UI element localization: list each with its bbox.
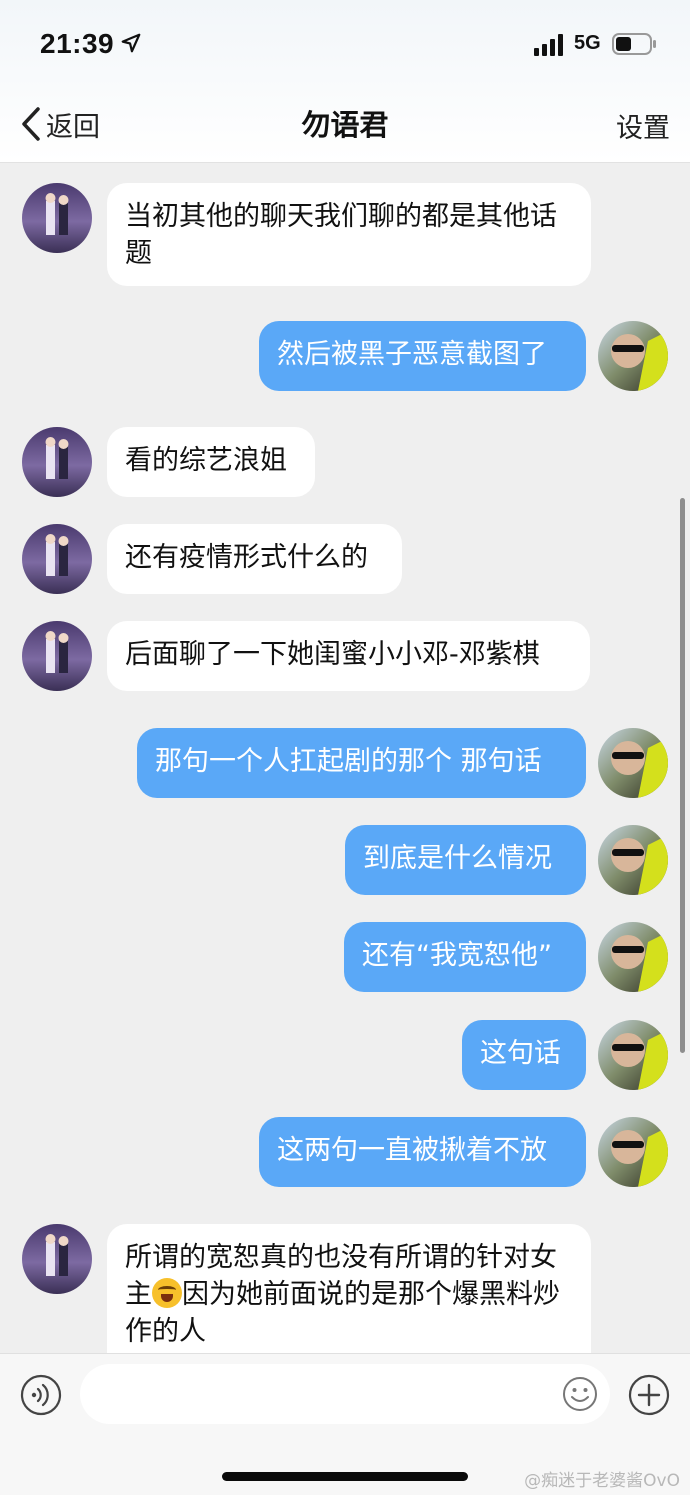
message-bubble-incoming[interactable]: 看的综艺浪姐: [107, 427, 315, 497]
my-avatar[interactable]: [598, 825, 668, 895]
contact-avatar[interactable]: [22, 524, 92, 594]
message-text: 因为她前面说的是那个爆黑料炒作的人: [125, 1279, 560, 1347]
message-bubble-incoming[interactable]: 当初其他的聊天我们聊的都是其他话题: [107, 183, 591, 286]
cellular-signal-icon: [534, 34, 563, 56]
chat-title: 勿语君: [301, 108, 389, 142]
voice-input-icon[interactable]: [20, 1374, 62, 1416]
top-bar: 21:39 5G 返回 勿语君 设置: [0, 0, 690, 163]
message-bubble-outgoing[interactable]: 然后被黑子恶意截图了: [259, 321, 586, 391]
message-bubble-outgoing[interactable]: 这两句一直被揪着不放: [259, 1117, 586, 1187]
contact-avatar[interactable]: [22, 1224, 92, 1294]
message-bubble-outgoing[interactable]: 到底是什么情况: [345, 825, 586, 895]
message-bubble-incoming[interactable]: 还有疫情形式什么的: [107, 524, 402, 594]
emoji-picker-icon[interactable]: [562, 1376, 598, 1412]
my-avatar[interactable]: [598, 321, 668, 391]
settings-button[interactable]: 设置: [616, 106, 670, 145]
battery-icon: [612, 33, 656, 55]
my-avatar[interactable]: [598, 922, 668, 992]
my-avatar[interactable]: [598, 728, 668, 798]
chat-message-list[interactable]: 当初其他的聊天我们聊的都是其他话题 然后被黑子恶意截图了 看的综艺浪姐 还有疫情…: [0, 163, 690, 1353]
add-attachment-icon[interactable]: [628, 1374, 670, 1416]
network-type: 5G: [574, 32, 601, 54]
watermark: @痴迷于老婆酱OvO: [524, 1471, 680, 1491]
message-bubble-incoming[interactable]: 所谓的宽恕真的也没有所谓的针对女主 因为她前面说的是那个爆黑料炒作的人: [107, 1224, 591, 1353]
location-arrow-icon: [121, 33, 141, 53]
my-avatar[interactable]: [598, 1117, 668, 1187]
message-bubble-incoming[interactable]: 后面聊了一下她闺蜜小小邓-邓紫棋: [107, 621, 590, 691]
message-bubble-outgoing[interactable]: 这句话: [462, 1020, 586, 1090]
message-bubble-outgoing[interactable]: 还有“我宽恕他”: [344, 922, 586, 992]
status-time: 21:39: [40, 28, 115, 59]
my-avatar[interactable]: [598, 1020, 668, 1090]
scrollbar[interactable]: [680, 498, 685, 1053]
laughing-crying-emoji-icon: [152, 1278, 182, 1308]
contact-avatar[interactable]: [22, 427, 92, 497]
contact-avatar[interactable]: [22, 621, 92, 691]
home-indicator[interactable]: [222, 1472, 468, 1481]
message-bubble-outgoing[interactable]: 那句一个人扛起剧的那个 那句话: [137, 728, 586, 798]
message-input[interactable]: [80, 1364, 610, 1424]
contact-avatar[interactable]: [22, 183, 92, 253]
input-bar: @痴迷于老婆酱OvO: [0, 1353, 690, 1495]
